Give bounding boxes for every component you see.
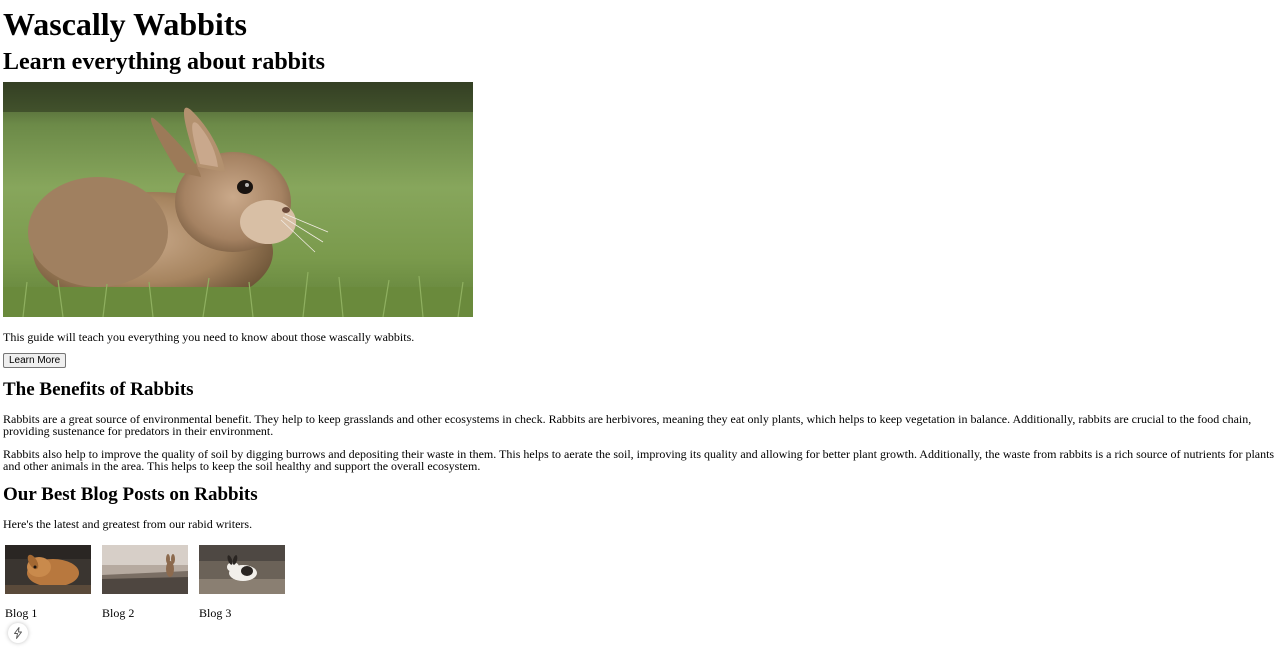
hero-description: This guide will teach you everything you… [3, 330, 415, 344]
benefits-heading: The Benefits of Rabbits [3, 379, 194, 400]
blog-thumbnail-image[interactable] [5, 545, 91, 594]
blog-heading: Our Best Blog Posts on Rabbits [3, 484, 258, 505]
blog-card[interactable]: Blog 2 [102, 545, 188, 620]
blog-intro: Here's the latest and greatest from our … [3, 517, 253, 531]
floating-action-button[interactable] [8, 623, 28, 643]
lightning-icon [14, 627, 22, 639]
blog-title[interactable]: Blog 3 [199, 606, 285, 620]
blog-thumbnail-image[interactable] [199, 545, 285, 594]
blog-title[interactable]: Blog 1 [5, 606, 91, 620]
blog-post-list: Blog 1 Blog 2 Blog 3 [5, 545, 285, 620]
blog-card[interactable]: Blog 1 [5, 545, 91, 620]
page-subtitle: Learn everything about rabbits [3, 49, 326, 75]
learn-more-button[interactable]: Learn More [3, 353, 67, 368]
page-title: Wascally Wabbits [3, 6, 247, 42]
hero-rabbit-image [3, 82, 473, 317]
benefits-paragraph-1: Rabbits are a great source of environmen… [3, 412, 1252, 438]
blog-card[interactable]: Blog 3 [199, 545, 285, 620]
benefits-paragraph-2: Rabbits also help to improve the quality… [3, 447, 1275, 473]
blog-title[interactable]: Blog 2 [102, 606, 188, 620]
blog-thumbnail-image[interactable] [102, 545, 188, 594]
